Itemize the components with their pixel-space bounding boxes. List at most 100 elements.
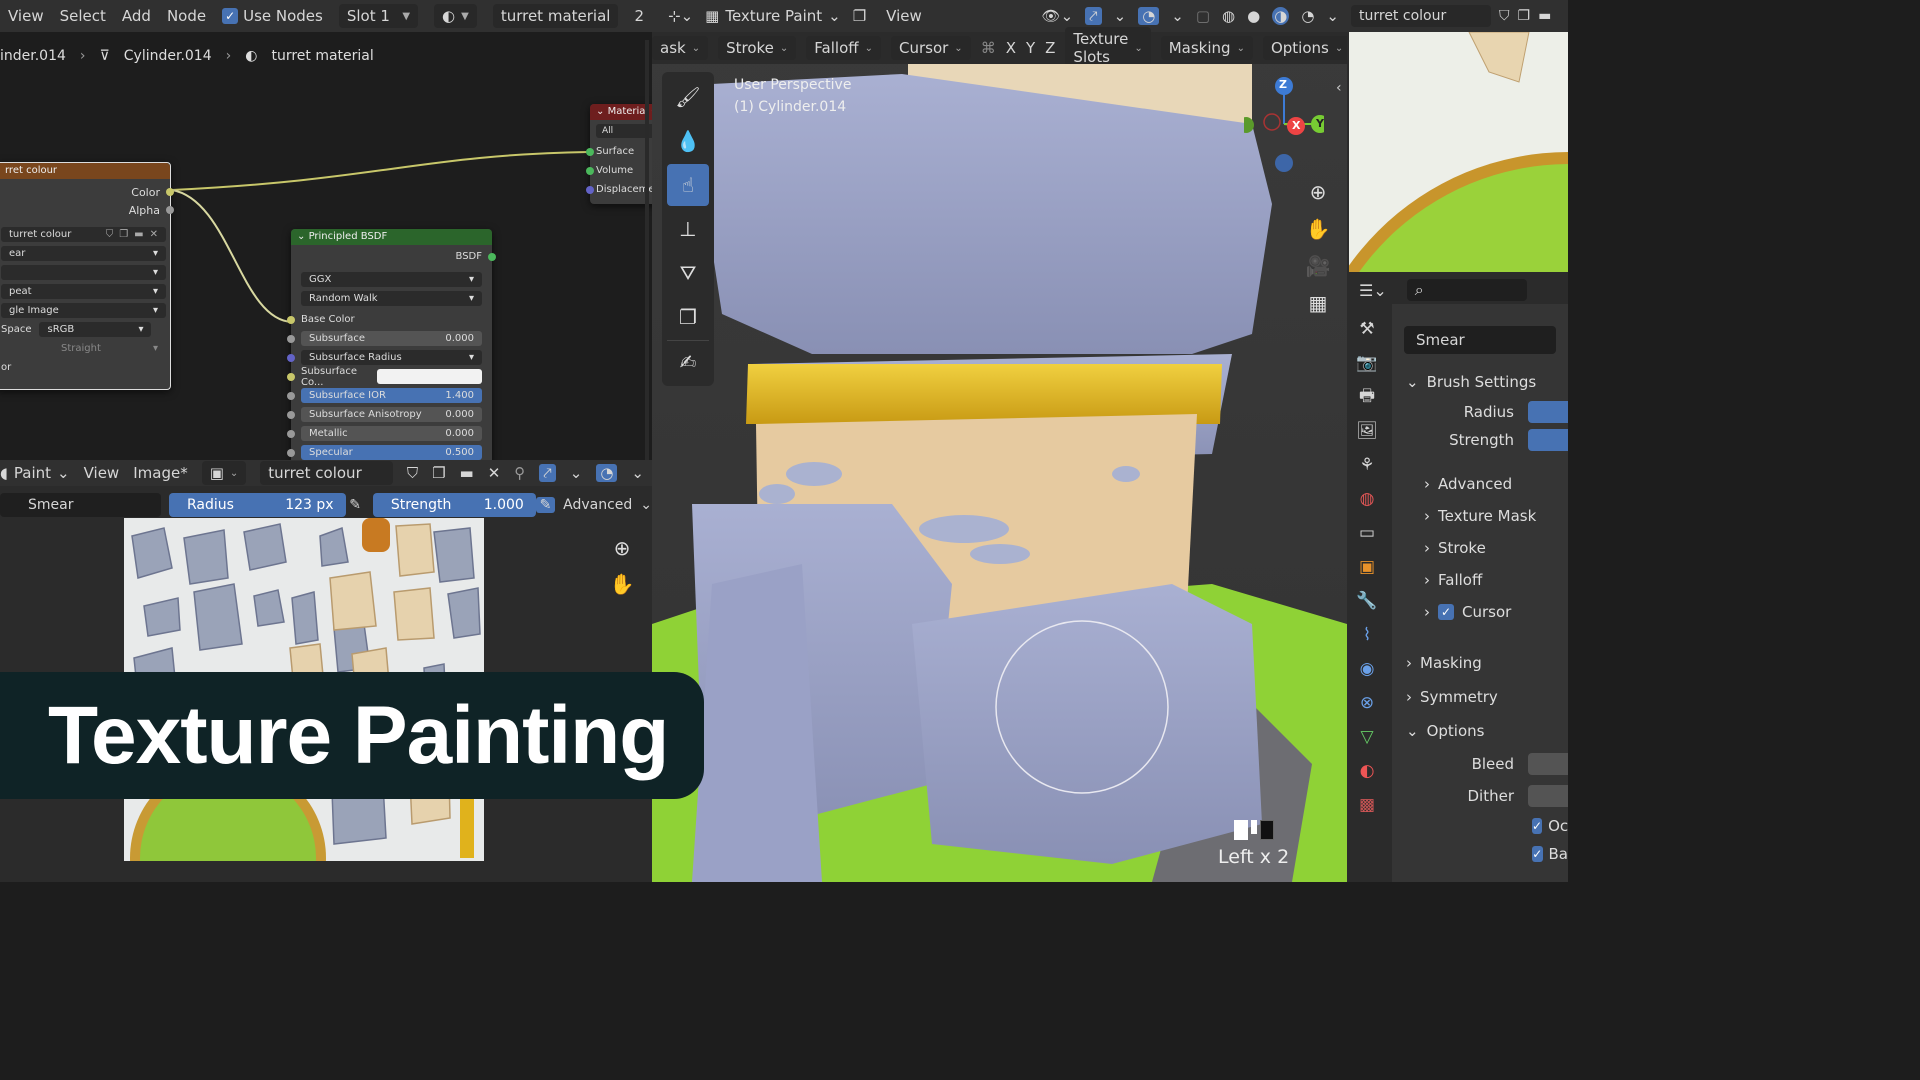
input-socket[interactable] [287, 448, 295, 457]
target-select[interactable]: All [596, 124, 652, 138]
subsurface-anisotropy-field[interactable]: Subsurface Anisotropy 0.000 [301, 407, 482, 422]
shield-icon[interactable]: ⛉ [1499, 8, 1510, 24]
metallic-field[interactable]: Metallic 0.000 [301, 426, 482, 441]
shield-icon[interactable]: ⛉ [407, 464, 418, 482]
checkbox-icon[interactable]: ✓ [1438, 604, 1454, 620]
specular-field[interactable]: Specular 0.500 [301, 445, 482, 460]
xray-icon[interactable]: ▢ [1196, 7, 1210, 25]
soften-tool-icon[interactable]: 💧 [667, 120, 709, 162]
surface-socket[interactable] [586, 147, 594, 156]
clone-tool-icon[interactable]: ⊥ [667, 208, 709, 250]
radius-slider[interactable] [1528, 401, 1568, 423]
symmetry-section[interactable]: › Symmetry [1392, 680, 1568, 714]
radius-field[interactable]: Radius 123 px [169, 493, 346, 517]
input-socket[interactable] [287, 334, 295, 343]
base-color-socket[interactable] [287, 315, 295, 324]
3d-viewport[interactable]: ⊹⌄ ▦ Texture Paint ⌄ ❐ View 👁⌄ ⤤ ⌄ ◔ ⌄ ▢ ◍… [652, 0, 1347, 882]
shield-icon[interactable]: ⛉ [106, 229, 114, 240]
material-output-node[interactable]: ⌄ Material C All Surface Volume Displace… [586, 104, 652, 204]
texture-tab-icon[interactable]: ▩ [1351, 788, 1383, 822]
source-select[interactable]: gle Image ▾ [1, 303, 166, 318]
interpolation-select[interactable]: ear ▾ [1, 246, 166, 261]
input-socket[interactable] [287, 391, 295, 400]
cursor-dropdown[interactable]: Cursor ⌄ [890, 36, 971, 60]
mode-dropdown[interactable]: ▦ Texture Paint ⌄ [705, 7, 841, 25]
cursor-subpanel[interactable]: › ✓ Cursor [1392, 596, 1568, 628]
input-socket[interactable] [287, 429, 295, 438]
pan-hand-icon[interactable]: ✋ [606, 568, 638, 600]
perspective-grid-icon[interactable]: ▦ [1302, 287, 1334, 319]
duplicate-icon[interactable]: ❐ [432, 464, 445, 482]
subsurface-method-select[interactable]: Random Walk ▾ [301, 291, 482, 306]
falloff-subpanel[interactable]: › Falloff [1392, 564, 1568, 596]
backface-toggle[interactable]: ✓ Ba [1392, 840, 1568, 868]
subsurface-color-swatch[interactable] [377, 369, 482, 384]
subsurface-radius-select[interactable]: Subsurface Radius ▾ [301, 350, 482, 365]
advanced-popover[interactable]: Advanced [563, 497, 632, 513]
options-dropdown[interactable]: Options ⌄ [1262, 36, 1347, 60]
menu-image[interactable]: Image* [133, 464, 187, 482]
falloff-dropdown[interactable]: Falloff ⌄ [806, 36, 881, 60]
color-space-select[interactable]: sRGB ▾ [39, 322, 152, 337]
scene-tab-icon[interactable]: ⚘ [1351, 448, 1383, 482]
dither-field[interactable] [1528, 785, 1568, 807]
pan-hand-icon[interactable]: ✋ [1302, 213, 1334, 245]
pen-pressure-icon[interactable]: ✎ [346, 497, 365, 513]
particles-tab-icon[interactable]: ⌇ [1351, 618, 1383, 652]
solid-shading-icon[interactable]: ● [1247, 7, 1260, 25]
chevron-down-icon[interactable]: ⌄ [1114, 7, 1127, 25]
overlay-toggle-icon[interactable]: ◔ [596, 464, 618, 482]
gizmo-toggle-icon[interactable]: ⤤ [1085, 7, 1102, 25]
image-texture-node[interactable]: rret colour Color Alpha turret colour ⛉ ❐… [0, 162, 174, 390]
menu-view[interactable]: View [84, 464, 120, 482]
subsurface-field[interactable]: Subsurface 0.000 [301, 331, 482, 346]
chevron-down-icon[interactable]: ⌄ [1171, 7, 1184, 25]
chevron-down-icon[interactable]: ⌄ [631, 464, 644, 482]
bleed-field[interactable] [1528, 753, 1568, 775]
mirror-x[interactable]: X [1006, 39, 1016, 57]
zoom-icon[interactable]: ⊕ [606, 532, 638, 564]
render-tab-icon[interactable]: 📷 [1351, 346, 1383, 380]
subsurface-ior-field[interactable]: Subsurface IOR 1.400 [301, 388, 482, 403]
chevron-down-icon[interactable]: ⌄ [1326, 7, 1339, 25]
overlay-toggle-icon[interactable]: ◔ [1138, 7, 1160, 25]
image-name-field[interactable]: turret colour [1351, 5, 1491, 27]
folder-icon[interactable]: ▬ [1538, 8, 1551, 24]
pen-pressure-icon[interactable]: ✎ [535, 497, 556, 513]
object-tab-icon[interactable]: ▣ [1351, 550, 1383, 584]
close-icon[interactable]: ✕ [488, 464, 501, 482]
chevron-down-icon[interactable]: ⌄ [570, 464, 583, 482]
advanced-subpanel[interactable]: › Advanced [1392, 468, 1568, 500]
mask-dropdown[interactable]: ask ⌄ [652, 36, 709, 60]
stroke-dropdown[interactable]: Stroke ⌄ [718, 36, 797, 60]
texture-slots-dropdown[interactable]: Texture Slots ⌄ [1065, 27, 1151, 69]
search-field[interactable]: ⌕ [1406, 279, 1527, 301]
input-socket[interactable] [287, 353, 295, 362]
wireframe-shading-icon[interactable]: ◍ [1222, 7, 1235, 25]
close-icon[interactable]: ✕ [150, 229, 158, 240]
folder-icon[interactable]: ▬ [460, 464, 474, 482]
area-divider[interactable] [645, 40, 649, 460]
displacement-socket[interactable] [586, 185, 594, 194]
editor-type-icon[interactable]: ⊹⌄ [668, 7, 693, 25]
extension-select[interactable]: peat ▾ [1, 284, 166, 299]
menu-view[interactable]: View [886, 7, 922, 25]
input-socket[interactable] [287, 410, 295, 419]
material-shading-icon[interactable]: ◑ [1272, 7, 1290, 25]
input-socket[interactable] [287, 372, 295, 381]
stroke-subpanel[interactable]: › Stroke [1392, 532, 1568, 564]
material-tab-icon[interactable]: ◐ [1351, 754, 1383, 788]
view-layer-tab-icon[interactable]: 🖼 [1351, 414, 1383, 448]
zoom-icon[interactable]: ⊕ [1302, 176, 1334, 208]
fill-tool-icon[interactable]: ⛛ [667, 252, 709, 294]
brush-settings-header[interactable]: ⌄ Brush Settings [1392, 366, 1568, 398]
options-section[interactable]: ⌄ Options [1392, 714, 1568, 748]
annotate-tool-icon[interactable]: ✍ [667, 340, 709, 382]
alpha-socket[interactable] [166, 206, 174, 214]
collection-tab-icon[interactable]: ▭ [1351, 516, 1383, 550]
tool-tab-icon[interactable]: ⚒ [1351, 312, 1383, 346]
smear-tool-icon[interactable]: ☝ [667, 164, 709, 206]
color-socket[interactable] [166, 188, 174, 196]
sidebar-toggle-icon[interactable]: ‹ [1336, 80, 1342, 96]
distribution-select[interactable]: GGX ▾ [301, 272, 482, 287]
